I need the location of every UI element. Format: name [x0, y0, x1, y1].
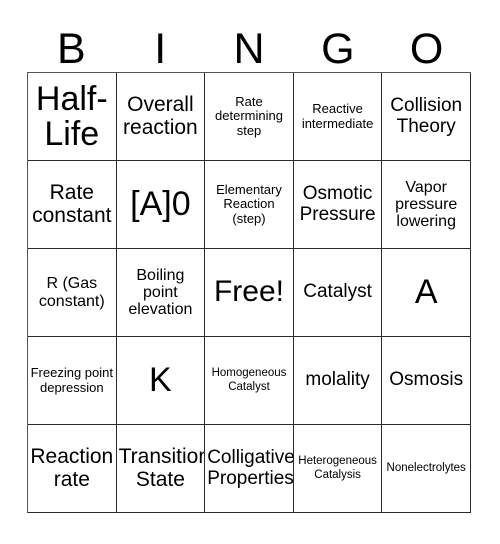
bingo-cell-label: Nonelectrolytes — [386, 461, 466, 474]
bingo-cell[interactable]: Nonelectrolytes — [382, 425, 471, 513]
bingo-cell[interactable]: Reaction rate — [28, 425, 117, 513]
bingo-cell[interactable]: Colligative Properties — [205, 425, 294, 513]
bingo-cell[interactable]: Transition State — [116, 425, 206, 513]
bingo-cell[interactable]: Boiling point elevation — [116, 249, 206, 337]
bingo-cell-label: Rate determining step — [215, 93, 283, 138]
bingo-card: B I N G O Half-Life Overall reaction Rate … — [0, 0, 500, 544]
bingo-cell[interactable]: Osmosis — [382, 337, 471, 425]
bingo-cell[interactable]: Homogeneous Catalyst — [205, 337, 294, 425]
bingo-cell[interactable]: [A]0 — [116, 161, 206, 249]
bingo-cell[interactable]: Catalyst — [293, 249, 383, 337]
bingo-cell-label: A — [414, 273, 438, 312]
bingo-cell-label: Rate constant — [32, 181, 112, 227]
bingo-cell[interactable]: Vapor pressure lowering — [382, 161, 471, 249]
bingo-grid: Half-Life Overall reaction Rate determinin… — [27, 72, 471, 513]
bingo-cell-label: Osmotic Pressure — [299, 183, 376, 225]
bingo-cell-label: Heterogeneous Catalysis — [298, 455, 377, 481]
bingo-cell[interactable]: Freezing point depression — [28, 337, 117, 425]
header-letter-b: B — [57, 25, 86, 73]
bingo-cell[interactable]: Osmotic Pressure — [293, 161, 383, 249]
bingo-cell-label: [A]0 — [130, 185, 191, 224]
bingo-cell-label: Reactive intermediate — [301, 100, 374, 131]
bingo-cell[interactable]: Reactive intermediate — [293, 73, 383, 161]
bingo-cell-label: Colligative Properties — [207, 447, 294, 489]
bingo-cell-label: Freezing point depression — [30, 364, 113, 395]
bingo-cell-label: Homogeneous Catalyst — [211, 367, 287, 393]
bingo-cell-label: Reaction rate — [30, 445, 114, 491]
bingo-cell-label: molality — [305, 369, 370, 391]
bingo-cell-label: Collision Theory — [390, 95, 463, 137]
bingo-cell[interactable]: Rate determining step — [205, 73, 294, 161]
bingo-cell-label: Boiling point elevation — [128, 266, 193, 319]
bingo-cell-label: Overall reaction — [123, 93, 198, 139]
bingo-cell-label: Vapor pressure lowering — [395, 178, 458, 231]
bingo-cell[interactable]: R (Gas constant) — [28, 249, 117, 337]
bingo-cell[interactable]: A — [382, 249, 471, 337]
bingo-cell-label: Half-Life — [35, 79, 108, 153]
bingo-cell[interactable]: K — [116, 337, 206, 425]
bingo-header: B I N G O — [27, 14, 471, 72]
bingo-cell-free-space[interactable]: Free! — [205, 249, 294, 337]
bingo-cell[interactable]: Rate constant — [28, 161, 117, 249]
bingo-cell[interactable]: Half-Life — [28, 73, 117, 161]
header-letter-o: O — [409, 25, 444, 73]
bingo-cell-label: R (Gas constant) — [38, 275, 105, 310]
bingo-cell[interactable]: Collision Theory — [382, 73, 471, 161]
bingo-cell-label: Free! — [213, 275, 284, 309]
bingo-cell[interactable]: Overall reaction — [116, 73, 206, 161]
bingo-cell[interactable]: Heterogeneous Catalysis — [293, 425, 383, 513]
bingo-cell-label: Catalyst — [303, 281, 372, 303]
bingo-cell-label: Osmosis — [389, 369, 464, 391]
header-letter-g: G — [321, 25, 355, 73]
bingo-cell[interactable]: Elementary Reaction (step) — [205, 161, 294, 249]
bingo-cell[interactable]: molality — [293, 337, 383, 425]
header-letter-n: N — [233, 25, 265, 73]
bingo-cell-label: K — [149, 361, 172, 400]
header-letter-i: I — [154, 25, 167, 73]
bingo-cell-label: Transition State — [118, 445, 206, 491]
bingo-cell-label: Elementary Reaction (step) — [216, 181, 282, 226]
